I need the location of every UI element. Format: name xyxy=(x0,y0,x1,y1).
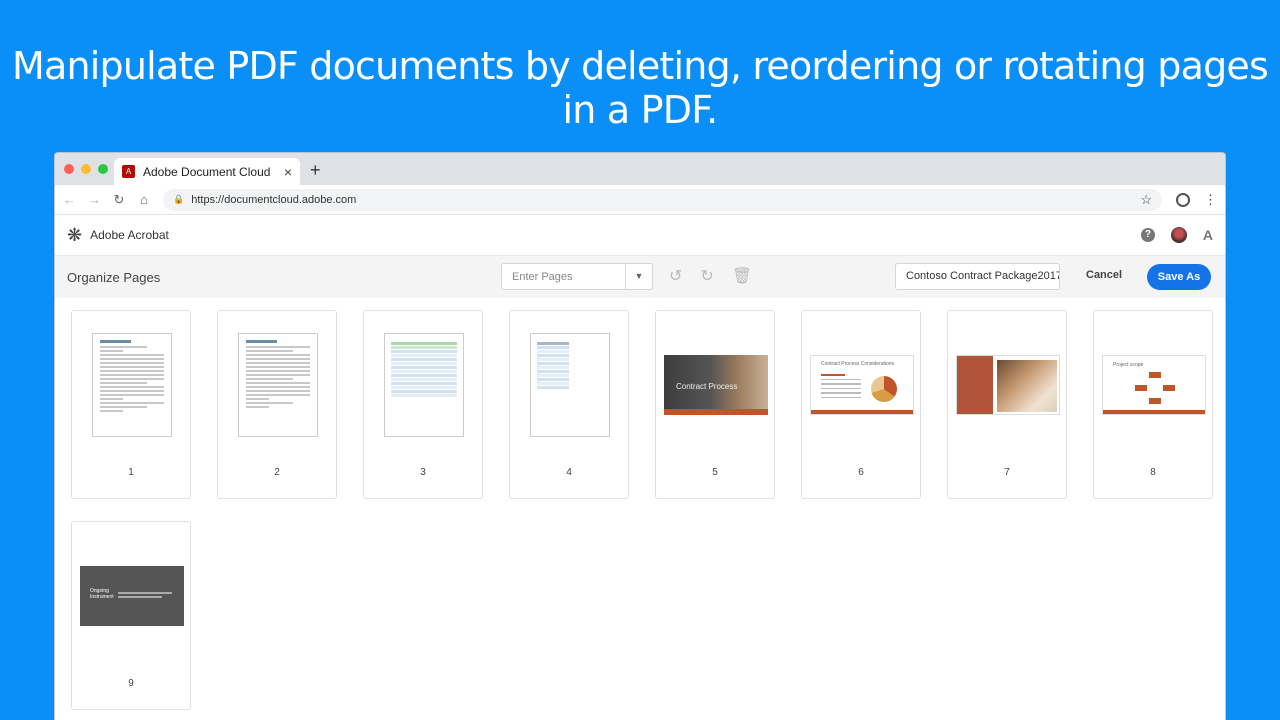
page-number: 7 xyxy=(1004,467,1010,478)
maximize-window-icon[interactable] xyxy=(98,164,108,174)
save-as-button[interactable]: Save As xyxy=(1147,264,1211,290)
page-number: 1 xyxy=(128,467,134,478)
slide-title: Project scope xyxy=(1113,362,1144,368)
enter-pages-select[interactable]: Enter Pages ▼ xyxy=(501,263,653,290)
menu-icon[interactable]: ⋮ xyxy=(1204,192,1217,208)
page-preview xyxy=(956,355,1060,415)
url-text: https://documentcloud.adobe.com xyxy=(191,193,357,206)
page-thumbnail[interactable]: Contract Process 5 xyxy=(655,310,775,499)
avatar[interactable] xyxy=(1170,227,1187,243)
browser-window: A Adobe Document Cloud × + ← → ↻ ⌂ 🔒 htt… xyxy=(54,152,1226,720)
adobe-logo-icon[interactable]: A xyxy=(1203,227,1213,243)
reload-icon[interactable]: ↻ xyxy=(113,192,125,208)
headline: Manipulate PDF documents by deleting, re… xyxy=(12,44,1269,132)
forward-icon[interactable]: → xyxy=(88,192,101,207)
organize-toolbar: Organize Pages Enter Pages ▼ ↺ ↻ 🗑 Conto… xyxy=(55,256,1225,298)
slide-title: Contract Process Considerations xyxy=(821,361,895,367)
page-preview xyxy=(384,333,464,437)
page-preview: Contract Process xyxy=(664,355,768,415)
slide-title: Ongoing Instrument xyxy=(90,588,114,600)
page-thumbnail[interactable]: Contract Process Considerations 6 xyxy=(801,310,921,499)
rotate-left-icon[interactable]: ↺ xyxy=(669,266,682,286)
profile-icon[interactable] xyxy=(1176,192,1190,207)
filename-input[interactable]: Contoso Contract Package2017- xyxy=(895,263,1060,290)
page-thumbnail[interactable]: 3 xyxy=(363,310,483,499)
tab-strip: A Adobe Document Cloud × + xyxy=(55,153,1225,185)
page-thumbnail[interactable]: 4 xyxy=(509,310,629,499)
enter-pages-input[interactable]: Enter Pages xyxy=(502,271,625,283)
lock-icon: 🔒 xyxy=(173,194,185,204)
page-title: Organize Pages xyxy=(67,269,161,285)
window-controls xyxy=(64,164,108,174)
page-grid: 1 2 3 4 Contract Process 5 Contract Proc… xyxy=(71,310,1213,710)
page-number: 2 xyxy=(274,467,280,478)
pdf-icon: A xyxy=(122,165,135,178)
page-number: 9 xyxy=(128,678,134,689)
address-bar-row: ← → ↻ ⌂ 🔒 https://documentcloud.adobe.co… xyxy=(55,185,1225,215)
page-number: 3 xyxy=(420,467,426,478)
page-number: 6 xyxy=(858,467,864,478)
page-preview: Contract Process Considerations xyxy=(810,355,914,415)
chevron-down-icon[interactable]: ▼ xyxy=(625,264,652,289)
new-tab-button[interactable]: + xyxy=(310,160,321,181)
page-number: 8 xyxy=(1150,467,1156,478)
app-header: ❋ Adobe Acrobat ? A xyxy=(55,215,1225,256)
page-number: 5 xyxy=(712,467,718,478)
cancel-button[interactable]: Cancel xyxy=(1086,269,1122,281)
page-preview: Project scope xyxy=(1102,355,1206,415)
close-tab-icon[interactable]: × xyxy=(284,164,292,180)
minimize-window-icon[interactable] xyxy=(81,164,91,174)
back-icon[interactable]: ← xyxy=(63,192,76,207)
page-preview xyxy=(92,333,172,437)
close-window-icon[interactable] xyxy=(64,164,74,174)
delete-icon[interactable]: 🗑 xyxy=(732,266,752,286)
url-input[interactable]: 🔒 https://documentcloud.adobe.com ☆ xyxy=(163,188,1162,211)
help-icon[interactable]: ? xyxy=(1140,228,1155,242)
page-number: 4 xyxy=(566,467,572,478)
tab-title: Adobe Document Cloud xyxy=(143,164,271,179)
home-icon[interactable]: ⌂ xyxy=(138,192,150,207)
page-thumbnail[interactable]: 2 xyxy=(217,310,337,499)
page-thumbnail[interactable]: Ongoing Instrument 9 xyxy=(71,521,191,710)
rotate-right-icon[interactable]: ↻ xyxy=(700,266,713,286)
browser-tab[interactable]: A Adobe Document Cloud × xyxy=(114,158,300,185)
app-title: Adobe Acrobat xyxy=(90,228,169,242)
page-preview xyxy=(530,333,610,437)
page-thumbnail[interactable]: Project scope 8 xyxy=(1093,310,1213,499)
slide-title: Contract Process xyxy=(676,382,738,391)
page-thumbnail[interactable]: 1 xyxy=(71,310,191,499)
star-icon[interactable]: ☆ xyxy=(1140,192,1152,208)
page-preview: Ongoing Instrument xyxy=(80,566,184,626)
page-preview xyxy=(238,333,318,437)
acrobat-logo-icon[interactable]: ❋ xyxy=(67,225,82,246)
page-thumbnail[interactable]: 7 xyxy=(947,310,1067,499)
